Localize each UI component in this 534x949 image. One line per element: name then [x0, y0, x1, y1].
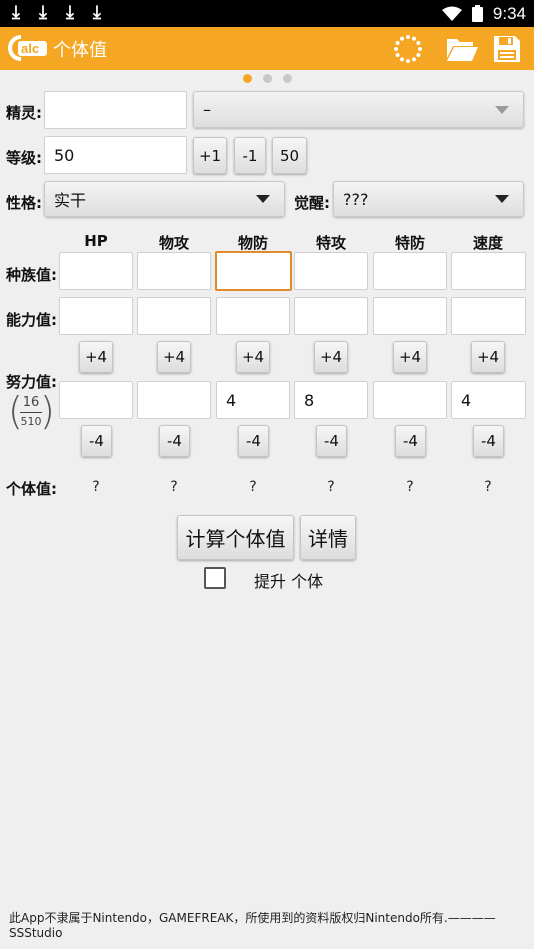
iv-hp-value: ?	[92, 479, 100, 495]
app-logo-icon: alc	[8, 35, 47, 61]
ev-hp-minus-button[interactable]: -4	[81, 425, 112, 457]
stat-header-spatk: 特攻	[315, 234, 346, 252]
level-50-button[interactable]: 50	[272, 137, 307, 174]
app-bar: alc 个体值	[0, 27, 534, 70]
iv-speed-value: ?	[484, 479, 492, 495]
ability-spdef-input[interactable]	[373, 297, 447, 335]
status-bar: ⤓ ⤓ ⤓ ⤓ 9:34	[0, 0, 534, 27]
calculate-iv-button[interactable]: 计算个体值	[177, 515, 294, 560]
chevron-down-icon	[495, 105, 509, 114]
download-icon: ⤓	[39, 2, 47, 23]
ev-spdef-input[interactable]	[373, 381, 447, 419]
status-time: 9:34	[492, 3, 526, 23]
raise-iv-label: 提升 个体	[254, 572, 324, 591]
download-icon: ⤓	[93, 2, 101, 23]
ev-speed-input[interactable]: 4	[451, 381, 526, 419]
ev-hp-plus-button[interactable]: +4	[79, 341, 113, 373]
iv-spatk-value: ?	[327, 479, 335, 495]
level-input[interactable]: 50	[44, 136, 187, 174]
nature-value: 实干	[54, 191, 87, 210]
battery-icon	[471, 5, 483, 22]
stat-header-atk: 物攻	[158, 234, 189, 252]
iv-label: 个体值:	[6, 480, 57, 498]
footer-disclaimer: 此App不隶属于Nintendo，GAMEFREAK，所使用到的资料版权归Nin…	[9, 911, 496, 940]
logo-text: alc	[21, 41, 39, 56]
page-dot-active[interactable]	[242, 74, 252, 83]
ev-atk-input[interactable]	[137, 381, 211, 419]
ev-spdef-minus-button[interactable]: -4	[395, 425, 426, 457]
ability-def-input[interactable]	[216, 297, 290, 335]
page-dot[interactable]	[262, 74, 272, 83]
pokemon-dropdown-value: –	[203, 100, 211, 119]
base-spdef-input[interactable]	[373, 252, 447, 290]
page-indicator	[0, 74, 534, 83]
pokemon-dropdown[interactable]: –	[193, 91, 524, 128]
ability-speed-input[interactable]	[451, 297, 526, 335]
stat-header-speed: 速度	[472, 234, 503, 252]
ability-stats-label: 能力值:	[6, 311, 57, 329]
download-icon: ⤓	[12, 2, 20, 23]
ev-hp-input[interactable]	[59, 381, 133, 419]
awaken-dropdown[interactable]: ???	[333, 181, 524, 217]
ev-spatk-plus-button[interactable]: +4	[314, 341, 348, 373]
ev-speed-plus-button[interactable]: +4	[471, 341, 505, 373]
iv-atk-value: ?	[170, 479, 178, 495]
nature-label: 性格:	[6, 194, 42, 212]
ability-atk-input[interactable]	[137, 297, 211, 335]
page-dot[interactable]	[282, 74, 292, 83]
chevron-down-icon	[256, 195, 270, 203]
ev-spatk-minus-button[interactable]: -4	[316, 425, 347, 457]
base-hp-input[interactable]	[59, 252, 133, 290]
save-icon[interactable]	[491, 34, 523, 64]
raise-iv-checkbox[interactable]	[204, 567, 226, 589]
level-label: 等级:	[6, 149, 42, 167]
awaken-value: ???	[343, 189, 369, 209]
base-atk-input[interactable]	[137, 252, 211, 290]
download-icon: ⤓	[66, 2, 74, 23]
folder-open-icon[interactable]	[446, 34, 478, 64]
ev-used: 16	[22, 395, 40, 410]
pokemon-input[interactable]	[44, 91, 187, 129]
ev-atk-plus-button[interactable]: +4	[157, 341, 191, 373]
ev-def-input[interactable]: 4	[216, 381, 290, 419]
base-spatk-input[interactable]	[294, 252, 368, 290]
stat-header-def: 物防	[237, 234, 268, 252]
iv-def-value: ?	[249, 479, 257, 495]
base-def-input[interactable]	[215, 251, 292, 291]
ev-atk-minus-button[interactable]: -4	[159, 425, 190, 457]
wifi-icon	[441, 6, 462, 21]
loading-spinner-icon[interactable]	[392, 34, 424, 64]
level-plus1-button[interactable]: +1	[193, 137, 227, 174]
ev-def-plus-button[interactable]: +4	[236, 341, 270, 373]
ability-hp-input[interactable]	[59, 297, 133, 335]
ev-def-minus-button[interactable]: -4	[238, 425, 269, 457]
iv-spdef-value: ?	[406, 479, 414, 495]
base-speed-input[interactable]	[451, 252, 526, 290]
awaken-label: 觉醒:	[294, 194, 330, 212]
ev-spatk-input[interactable]: 8	[294, 381, 368, 419]
app-title: 个体值	[53, 40, 107, 61]
ev-total-fraction: ( 16 510 )	[8, 389, 55, 433]
stat-header-hp: HP	[84, 232, 108, 250]
stat-header-spdef: 特防	[394, 234, 425, 252]
base-stats-label: 种族值:	[6, 266, 57, 284]
ev-spdef-plus-button[interactable]: +4	[393, 341, 427, 373]
ability-spatk-input[interactable]	[294, 297, 368, 335]
details-button[interactable]: 详情	[300, 515, 356, 560]
level-minus1-button[interactable]: -1	[234, 137, 266, 174]
chevron-down-icon	[495, 195, 509, 203]
nature-dropdown[interactable]: 实干	[44, 181, 285, 217]
ev-speed-minus-button[interactable]: -4	[473, 425, 504, 457]
pokemon-label: 精灵:	[6, 104, 42, 122]
